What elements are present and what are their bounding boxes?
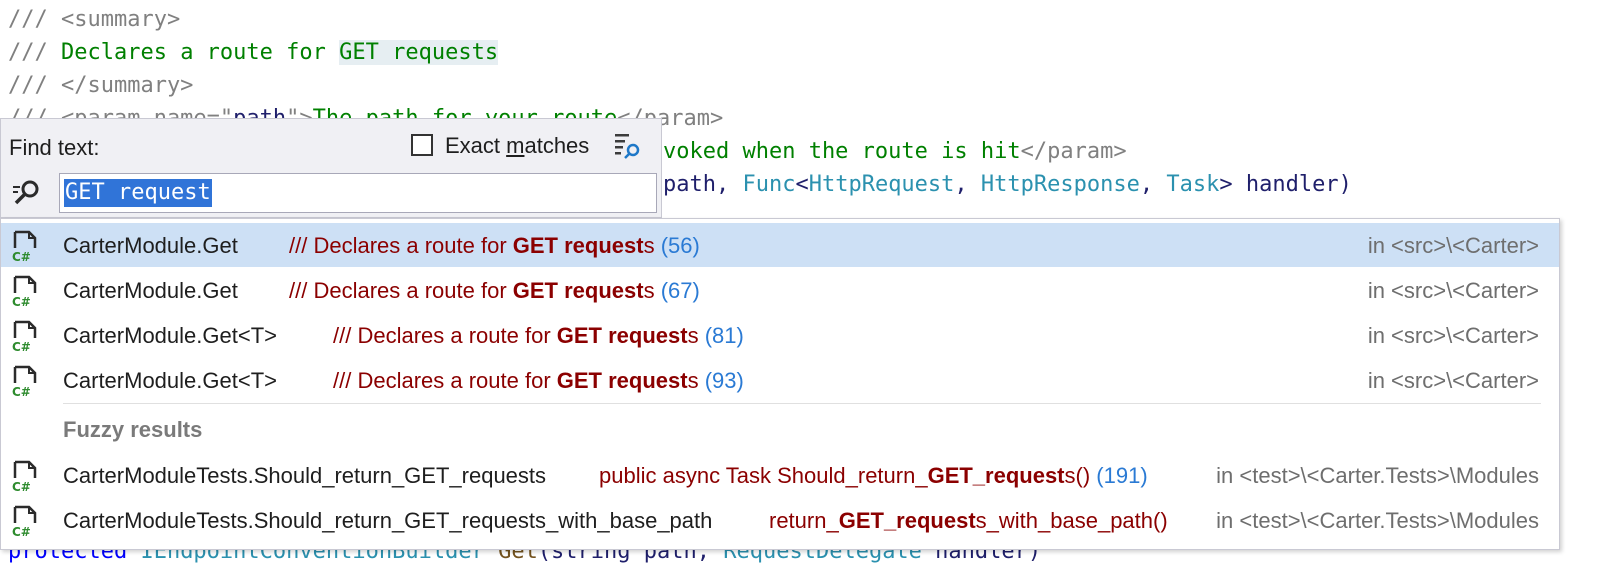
result-name: CarterModuleTests.Should_return_GET_requ… xyxy=(63,463,547,488)
svg-text:C#: C# xyxy=(12,295,31,307)
code-line-2: /// Declares a route for GET requests xyxy=(8,40,499,65)
result-location: in <src>\<Carter> xyxy=(1367,368,1539,393)
exact-matches-label[interactable]: Exact matches xyxy=(445,133,589,159)
svg-text:C#: C# xyxy=(12,250,31,262)
search-icon xyxy=(13,180,39,205)
result-name: CarterModule.Get xyxy=(63,278,238,303)
fuzzy-result-row[interactable]: C# CarterModuleTests.Should_return_GET_r… xyxy=(1,453,1559,497)
code-line-5: voked when the route is hit</param> xyxy=(663,139,1127,164)
csharp-file-icon: C# xyxy=(12,275,37,307)
csharp-file-icon: C# xyxy=(12,320,37,352)
result-row[interactable]: C# CarterModule.Get /// Declares a route… xyxy=(1,223,1559,267)
result-row[interactable]: C# CarterModule.Get /// Declares a route… xyxy=(1,268,1559,312)
find-text-input[interactable]: GET request xyxy=(59,173,657,213)
result-snippet: return_GET_requests_with_base_path() xyxy=(769,508,1168,533)
result-snippet: public async Task Should_return_GET_requ… xyxy=(599,463,1148,488)
csharp-file-icon: C# xyxy=(12,365,37,397)
result-location: in <test>\<Carter.Tests>\Modules xyxy=(1216,508,1539,533)
results-separator xyxy=(63,403,1541,404)
result-row[interactable]: C# CarterModule.Get<T> /// Declares a ro… xyxy=(1,358,1559,402)
result-name: CarterModuleTests.Should_return_GET_requ… xyxy=(63,508,713,533)
csharp-file-icon: C# xyxy=(12,230,37,262)
code-line-3: /// </summary> xyxy=(8,73,194,98)
result-snippet: /// Declares a route for GET requests (5… xyxy=(289,233,700,258)
result-row[interactable]: C# CarterModule.Get<T> /// Declares a ro… xyxy=(1,313,1559,357)
find-text-panel: Find text: Exact matches GET request xyxy=(0,118,662,218)
code-line-1: /// <summary> xyxy=(8,7,181,32)
result-snippet: /// Declares a route for GET requests (8… xyxy=(333,323,744,348)
search-options-icon[interactable] xyxy=(613,131,643,161)
csharp-file-icon: C# xyxy=(12,505,37,537)
result-snippet: /// Declares a route for GET requests (9… xyxy=(333,368,744,393)
exact-matches-checkbox[interactable] xyxy=(411,134,433,156)
fuzzy-result-row[interactable]: C# CarterModuleTests.Should_return_GET_r… xyxy=(1,498,1559,542)
svg-text:C#: C# xyxy=(12,525,31,537)
fuzzy-results-header: Fuzzy results xyxy=(63,417,203,442)
result-name: CarterModule.Get<T> xyxy=(63,368,277,393)
svg-text:C#: C# xyxy=(12,385,31,397)
find-text-label: Find text: xyxy=(9,135,100,160)
result-snippet: /// Declares a route for GET requests (6… xyxy=(289,278,700,303)
result-location: in <src>\<Carter> xyxy=(1367,233,1539,258)
result-location: in <src>\<Carter> xyxy=(1367,323,1539,348)
result-name: CarterModule.Get xyxy=(63,233,238,258)
result-name: CarterModule.Get<T> xyxy=(63,323,277,348)
svg-text:C#: C# xyxy=(12,480,31,492)
search-results-list: C# CarterModule.Get /// Declares a route… xyxy=(0,218,1560,550)
result-location: in <src>\<Carter> xyxy=(1367,278,1539,303)
csharp-file-icon: C# xyxy=(12,460,37,492)
svg-text:C#: C# xyxy=(12,340,31,352)
result-location: in <test>\<Carter.Tests>\Modules xyxy=(1216,463,1539,488)
code-line-6: path, Func<HttpRequest, HttpResponse, Ta… xyxy=(663,172,1352,197)
